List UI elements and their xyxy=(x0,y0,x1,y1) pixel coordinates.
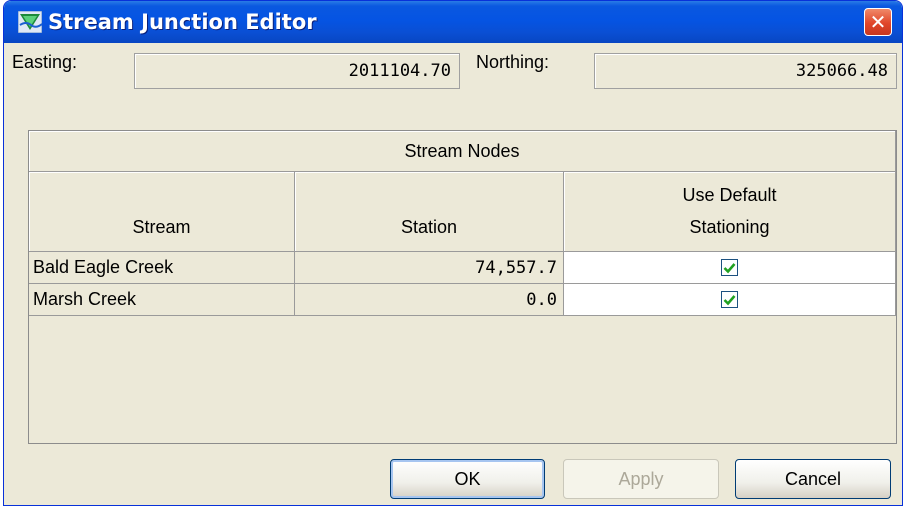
table-row-stream-cell[interactable]: Marsh Creek xyxy=(29,284,295,316)
stream-name: Marsh Creek xyxy=(33,289,137,309)
easting-field[interactable]: 2011104.70 xyxy=(134,53,460,89)
close-icon: ✕ xyxy=(869,10,887,34)
checkmark-icon xyxy=(723,294,736,305)
use-default-checkbox[interactable] xyxy=(721,291,738,308)
table-row-default-cell xyxy=(564,252,896,284)
title-bar[interactable]: Stream Junction Editor ✕ xyxy=(4,1,902,43)
column-header-stationing-label: Stationing xyxy=(689,217,770,237)
use-default-checkbox[interactable] xyxy=(721,259,738,276)
checkmark-icon xyxy=(723,262,736,273)
apply-button[interactable]: Apply xyxy=(563,459,719,499)
easting-value: 2011104.70 xyxy=(348,61,451,81)
column-header-use-default-label: Use Default xyxy=(682,185,777,205)
window-title: Stream Junction Editor xyxy=(48,10,317,34)
cancel-button[interactable]: Cancel xyxy=(735,459,891,499)
ok-button[interactable]: OK xyxy=(390,459,545,499)
northing-field[interactable]: 325066.48 xyxy=(594,53,897,89)
station-value: 74,557.7 xyxy=(475,257,557,278)
easting-label: Easting: xyxy=(12,52,78,72)
column-header-station[interactable]: Station xyxy=(295,172,564,252)
ok-label: OK xyxy=(454,468,481,489)
northing-label: Northing: xyxy=(476,52,550,72)
stream-nodes-table: Stream Nodes Stream Station Use Default … xyxy=(28,130,897,444)
column-header-stream-label: Stream xyxy=(132,217,191,237)
stream-name: Bald Eagle Creek xyxy=(33,257,174,277)
column-header-use-default-stationing[interactable]: Use Default Stationing xyxy=(564,172,896,252)
apply-label: Apply xyxy=(618,468,664,489)
table-row-default-cell xyxy=(564,284,896,316)
stream-nodes-header: Stream Nodes xyxy=(29,131,896,172)
column-header-station-label: Station xyxy=(400,217,458,237)
table-row-station-cell[interactable]: 74,557.7 xyxy=(295,252,564,284)
northing-value: 325066.48 xyxy=(795,61,888,81)
column-header-stream[interactable]: Stream xyxy=(29,172,295,252)
table-row-stream-cell[interactable]: Bald Eagle Creek xyxy=(29,252,295,284)
station-value: 0.0 xyxy=(526,289,557,310)
close-button[interactable]: ✕ xyxy=(864,8,892,36)
app-icon xyxy=(18,11,42,33)
cancel-label: Cancel xyxy=(784,468,842,489)
stream-junction-editor-window: Stream Junction Editor ✕ Easting: 201110… xyxy=(3,0,903,506)
table-row-station-cell[interactable]: 0.0 xyxy=(295,284,564,316)
